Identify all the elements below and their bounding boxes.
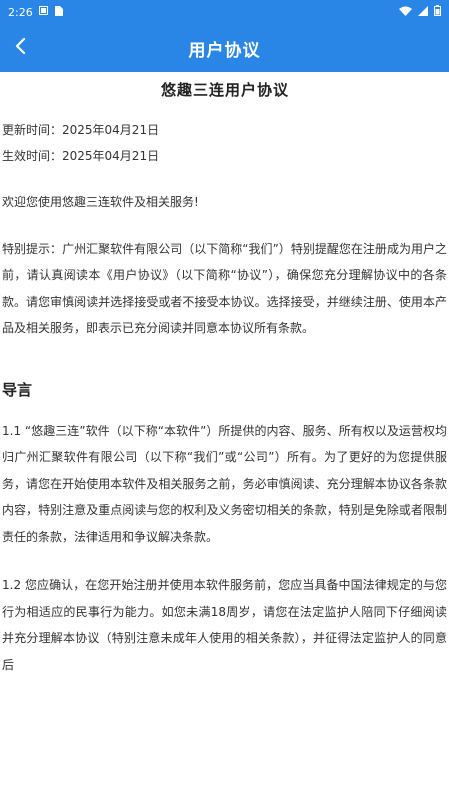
document-title: 悠趣三连用户协议	[160, 81, 289, 99]
status-bar: 2:26	[0, 0, 449, 24]
back-button[interactable]	[2, 24, 38, 72]
clause-1-2: 1.2 您应确认，在您开始注册并使用本软件服务前，您应当具备中国法律规定的与您行…	[2, 578, 447, 672]
welcome-text: 欢迎您使用悠趣三连软件及相关服务!	[2, 195, 199, 209]
clause-1-1: 1.1 “悠趣三连”软件（以下称“本软件”）所提供的内容、服务、所有权以及运营权…	[2, 423, 447, 544]
updated-date: 更新时间：2025年04月21日	[2, 123, 160, 137]
wifi-icon	[399, 6, 412, 19]
sim-icon	[54, 5, 63, 19]
special-notice: 特别提示：广州汇聚软件有限公司（以下简称“我们”）特别提醒您在注册成为用户之前，…	[2, 241, 447, 336]
signal-icon	[418, 5, 428, 19]
chevron-left-icon	[14, 37, 26, 59]
effective-date: 生效时间：2025年04月21日	[2, 149, 160, 163]
status-right	[399, 5, 441, 19]
status-left: 2:26	[8, 5, 63, 19]
status-time: 2:26	[8, 5, 33, 19]
page-title: 用户协议	[188, 40, 261, 61]
notification-icon	[38, 6, 48, 18]
app-bar: 用户协议	[0, 24, 449, 72]
agreement-content[interactable]: 悠趣三连用户协议 更新时间：2025年04月21日 生效时间：2025年04月2…	[0, 79, 449, 678]
battery-icon	[434, 5, 441, 19]
section-heading-introduction: 导言	[2, 380, 33, 399]
